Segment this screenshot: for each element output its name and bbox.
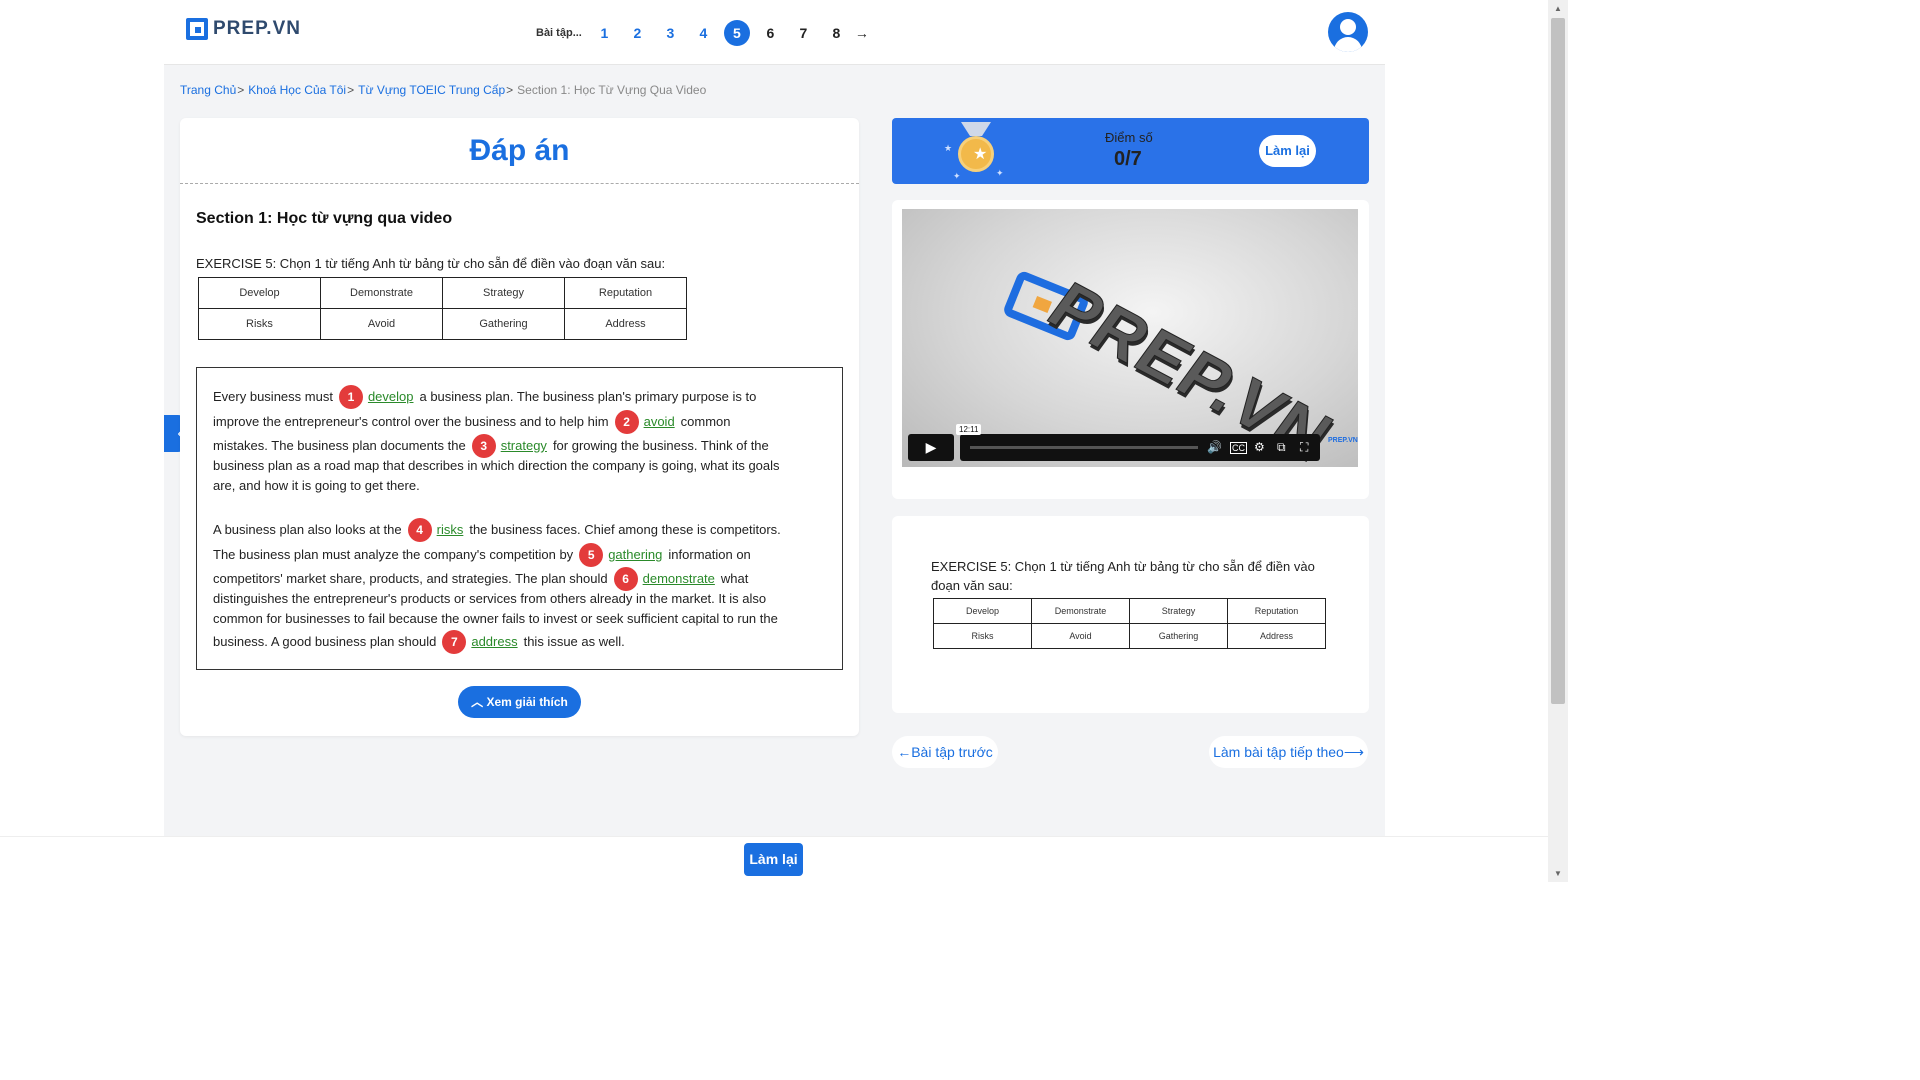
exercise-title: EXERCISE 5: Chọn 1 từ tiếng Anh từ bảng … xyxy=(196,256,666,271)
word-cell: Demonstrate xyxy=(320,277,443,309)
passage-line: are, and how it is going to get there. xyxy=(213,478,420,493)
word-cell: Address xyxy=(1227,623,1326,649)
page-scrollbar[interactable]: ▲ ▼ xyxy=(1548,0,1568,882)
passage-line: A business plan also looks at the 4 risk… xyxy=(213,518,781,542)
previous-exercise-button[interactable]: ←Bài tập trước xyxy=(892,736,998,768)
breadcrumb-my-courses[interactable]: Khoá Học Của Tôi xyxy=(248,83,346,97)
play-button[interactable]: ▶ xyxy=(908,434,954,461)
pager-label: Bài tập... xyxy=(536,27,582,39)
exercise-pager: Bài tập... 1 2 3 4 5 6 7 8 → xyxy=(536,20,869,46)
video-progress-track[interactable] xyxy=(970,446,1198,449)
breadcrumb-course[interactable]: Từ Vựng TOEIC Trung Cấp xyxy=(358,83,505,97)
section-title: Section 1: Học từ vựng qua video xyxy=(196,210,453,227)
settings-gear-icon[interactable]: ⚙ xyxy=(1254,440,1265,454)
logo[interactable]: PREP.VN xyxy=(186,18,301,40)
answer-word[interactable]: address xyxy=(471,632,517,652)
captions-icon[interactable]: CC xyxy=(1230,442,1247,454)
passage-line: common for businesses to fail because th… xyxy=(213,611,778,626)
picture-in-picture-icon[interactable]: ⧉ xyxy=(1277,440,1286,455)
answer-number-badge: 4 xyxy=(407,518,432,542)
answer-number-badge: 7 xyxy=(442,630,467,654)
pager-next-arrow-icon[interactable]: → xyxy=(855,25,869,41)
word-cell: Strategy xyxy=(1129,598,1228,624)
passage-line: improve the entrepreneur's control over … xyxy=(213,410,731,434)
passage-line: competitors' market share, products, and… xyxy=(213,567,748,591)
word-cell: Develop xyxy=(933,598,1032,624)
user-head-icon xyxy=(1340,19,1356,35)
sparkle-icon: ✦ xyxy=(953,171,961,181)
word-cell: Gathering xyxy=(442,308,565,340)
sparkle-icon: ★ xyxy=(944,143,953,153)
logo-mark-icon xyxy=(186,18,208,40)
user-avatar[interactable] xyxy=(1328,12,1368,52)
passage-line: business. A good business plan should 7 … xyxy=(213,630,625,654)
medal-icon: ★ xyxy=(953,122,999,178)
volume-icon[interactable]: 🔊 xyxy=(1207,440,1222,454)
retry-button-top[interactable]: Làm lại xyxy=(1259,135,1316,167)
next-exercise-button[interactable]: Làm bài tập tiếp theo⟶ xyxy=(1209,736,1368,768)
breadcrumb-home[interactable]: Trang Chủ xyxy=(180,83,236,97)
answer-word[interactable]: avoid xyxy=(644,412,675,432)
word-cell: Risks xyxy=(933,623,1032,649)
pager-item-4[interactable]: 4 xyxy=(687,25,720,41)
word-cell: Address xyxy=(564,308,687,340)
answer-word[interactable]: gathering xyxy=(608,545,662,565)
answer-number-badge: 6 xyxy=(613,567,638,591)
pager-item-2[interactable]: 2 xyxy=(621,25,654,41)
breadcrumb-current: Section 1: Học Từ Vựng Qua Video xyxy=(517,83,707,97)
dashed-divider xyxy=(180,183,859,184)
chevron-up-icon: ︿ xyxy=(471,695,484,709)
answer-heading: Đáp án xyxy=(469,134,570,167)
pager-item-7[interactable]: 7 xyxy=(787,25,820,41)
passage-line: The business plan must analyze the compa… xyxy=(213,543,751,567)
scroll-down-arrow-icon[interactable]: ▼ xyxy=(1554,869,1562,878)
answer-word[interactable]: risks xyxy=(437,520,464,540)
user-body-icon xyxy=(1334,37,1362,52)
breadcrumb: Trang Chủ > Khoá Học Của Tôi > Từ Vựng TOE… xyxy=(180,83,707,97)
exercise-word-table: Develop Demonstrate Strategy Reputation … xyxy=(933,598,1326,649)
video-watermark: PREP.VN xyxy=(1328,437,1358,444)
answer-word[interactable]: demonstrate xyxy=(643,569,715,589)
word-cell: Avoid xyxy=(1031,623,1130,649)
score-label: Điểm số xyxy=(1105,130,1153,145)
pager-item-5-active[interactable]: 5 xyxy=(723,20,750,46)
pager-item-3[interactable]: 3 xyxy=(654,25,687,41)
pager-item-6[interactable]: 6 xyxy=(754,25,787,41)
scrollbar-thumb[interactable] xyxy=(1551,18,1565,704)
passage-line: business plan as a road map that describ… xyxy=(213,458,780,473)
scroll-up-arrow-icon[interactable]: ▲ xyxy=(1554,4,1562,13)
answer-number-badge: 5 xyxy=(579,543,604,567)
answer-number-badge: 2 xyxy=(614,410,639,434)
word-cell: Demonstrate xyxy=(1031,598,1130,624)
word-cell: Develop xyxy=(198,277,321,309)
passage-line: distinguishes the entrepreneur's product… xyxy=(213,591,767,606)
pager-item-8[interactable]: 8 xyxy=(820,25,853,41)
word-cell: Gathering xyxy=(1129,623,1228,649)
word-cell: Reputation xyxy=(564,277,687,309)
word-cell: Risks xyxy=(198,308,321,340)
passage-line: mistakes. The business plan documents th… xyxy=(213,434,769,458)
answer-number-badge: 1 xyxy=(338,385,363,409)
passage-box: Every business must 1 develop a business… xyxy=(196,367,843,670)
answer-card: Đáp án Section 1: Học từ vựng qua video … xyxy=(180,118,859,736)
answer-number-badge: 3 xyxy=(471,434,496,458)
passage-line: Every business must 1 develop a business… xyxy=(213,385,756,409)
logo-text: PREP.VN xyxy=(213,18,301,39)
exercise-panel-title: EXERCISE 5: Chọn 1 từ tiếng Anh từ bảng … xyxy=(931,559,1315,593)
score-value: 0/7 xyxy=(1114,148,1142,170)
word-cell: Avoid xyxy=(320,308,443,340)
video-time-tooltip: 12:11 xyxy=(956,424,982,435)
view-explanation-button[interactable]: ︿ Xem giải thích xyxy=(458,686,581,718)
retry-button-bottom[interactable]: Làm lại xyxy=(744,843,803,876)
word-cell: Strategy xyxy=(442,277,565,309)
word-cell: Reputation xyxy=(1227,598,1326,624)
answer-word[interactable]: strategy xyxy=(501,436,547,456)
answer-word[interactable]: develop xyxy=(368,387,414,407)
pager-item-1[interactable]: 1 xyxy=(588,25,621,41)
sparkle-icon: ✦ xyxy=(996,168,1004,178)
word-bank-table: Develop Demonstrate Strategy Reputation … xyxy=(198,277,687,340)
play-icon: ▶ xyxy=(925,439,937,455)
fullscreen-icon[interactable]: ⛶ xyxy=(1300,440,1308,455)
